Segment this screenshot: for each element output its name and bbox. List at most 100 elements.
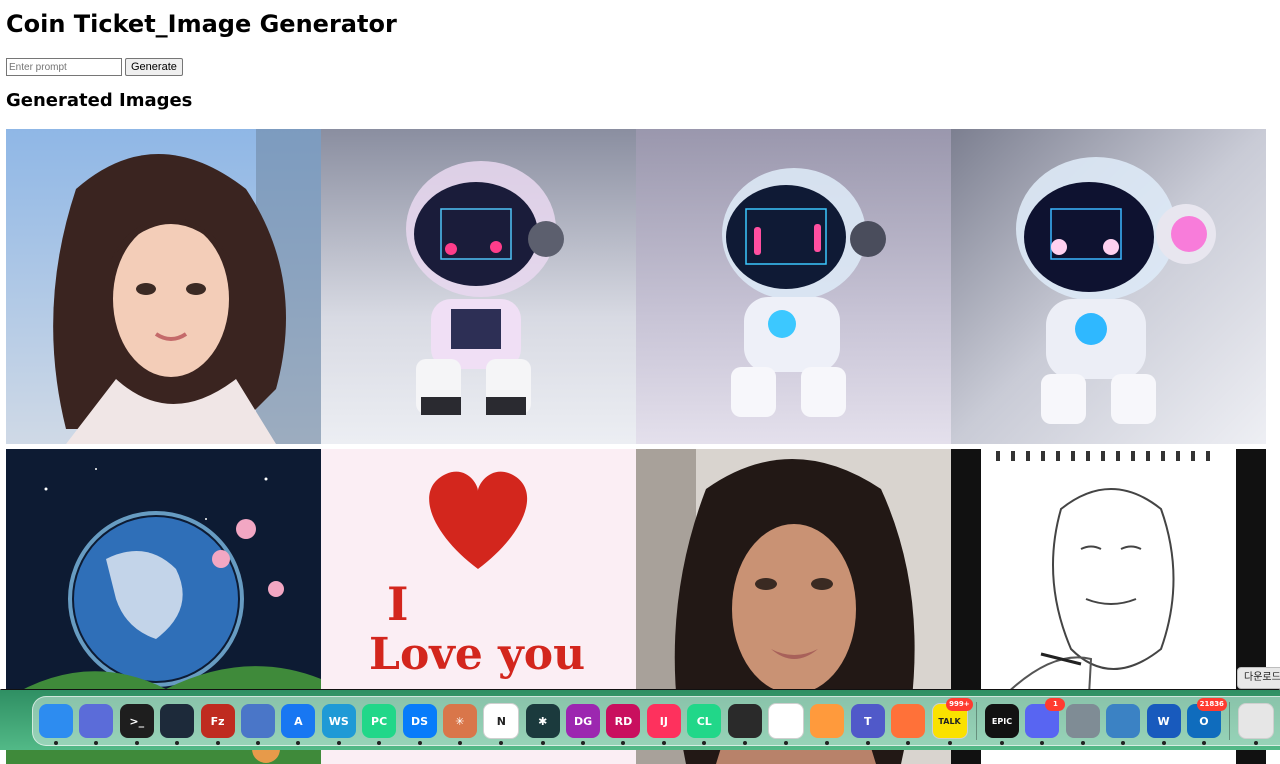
dock-icon-label: N (496, 714, 506, 728)
dock-icon-label: ✱ (538, 714, 548, 728)
generated-image-1[interactable] (6, 129, 321, 444)
running-indicator (1161, 741, 1166, 745)
teams-icon[interactable]: T (850, 704, 885, 745)
dock-icon-label: >_ (129, 714, 145, 728)
running-indicator (865, 741, 870, 745)
notification-badge: 999+ (946, 698, 973, 711)
pycharm-icon[interactable]: PC (362, 704, 397, 745)
poster-text-i: I (387, 577, 409, 631)
generated-image-3[interactable] (636, 129, 951, 444)
dataspell-icon[interactable]: DS (402, 704, 437, 745)
clion-icon[interactable]: CL (687, 704, 722, 745)
unity-icon[interactable] (727, 704, 762, 745)
running-indicator (377, 741, 382, 745)
dock-icon-label: DG (573, 714, 593, 728)
running-indicator (784, 741, 789, 745)
dock-icon-label: ✳ (455, 714, 465, 728)
dock-icon-label: Fz (210, 714, 225, 728)
notification-badge: 21836 (1196, 698, 1227, 711)
running-indicator (999, 741, 1004, 745)
system-prefs-icon[interactable] (1065, 704, 1100, 745)
dock-icon-label: A (294, 714, 303, 728)
dashboard-icon[interactable] (1106, 704, 1141, 745)
datagrip-icon[interactable]: DG (566, 704, 601, 745)
running-indicator (457, 741, 462, 745)
running-indicator (175, 741, 180, 745)
notion-icon[interactable]: N (483, 703, 520, 745)
running-indicator (702, 741, 707, 745)
emoji-app-icon[interactable] (810, 704, 845, 745)
dock: >_ Fz A WS PC DS ✳ N ✱ DG RD IJ CL T TALK 999+ EPIC 1 W O 21… (32, 696, 1280, 746)
notification-badge: 1 (1045, 698, 1066, 711)
running-indicator (540, 741, 545, 745)
prompt-input[interactable] (6, 58, 122, 76)
running-indicator (825, 741, 830, 745)
dock-tooltip: 다운로드 (1237, 667, 1280, 689)
generated-image-4[interactable] (951, 129, 1266, 444)
running-indicator (336, 741, 341, 745)
filezilla-icon[interactable]: Fz (200, 704, 235, 745)
dock-icon-label: PC (371, 714, 388, 728)
headphone-robot-image (951, 129, 1266, 444)
poster-text-love-you: Love you (369, 629, 586, 680)
downloads-stack-icon[interactable] (1238, 703, 1275, 745)
running-indicator (1121, 741, 1126, 745)
running-indicator (947, 741, 952, 745)
dock-separator (975, 702, 977, 740)
dock-separator (1229, 702, 1231, 740)
running-indicator (54, 741, 58, 745)
firefox-icon[interactable] (891, 704, 926, 745)
running-indicator (296, 741, 301, 745)
intellij-icon[interactable]: IJ (646, 704, 681, 745)
chrome-icon[interactable] (768, 703, 805, 745)
perplexity-icon[interactable]: ✱ (525, 704, 560, 745)
running-indicator (417, 741, 422, 745)
section-title: Generated Images (6, 90, 193, 111)
outlook-icon[interactable]: O 21836 (1186, 698, 1227, 745)
xcode-icon[interactable]: A (281, 704, 316, 745)
running-indicator (94, 741, 99, 745)
dock-icon-label: O (1199, 714, 1209, 728)
webstorm-icon[interactable]: WS (321, 704, 356, 745)
finder-icon[interactable] (39, 704, 73, 745)
page-title: Coin Ticket_Image Generator (6, 10, 397, 38)
dock-icon-label: TALK (938, 716, 961, 726)
dock-icon-label: WS (328, 714, 349, 728)
generated-image-2[interactable] (321, 129, 636, 444)
dock-icon-label: RD (614, 714, 633, 728)
dock-icon-label: EPIC (991, 716, 1013, 726)
running-indicator (621, 741, 626, 745)
notes-icon[interactable] (79, 704, 114, 745)
blue-robot-image (636, 129, 951, 444)
generate-button[interactable]: Generate (125, 58, 183, 76)
running-indicator (581, 741, 586, 745)
pink-robot-image (321, 129, 636, 444)
running-indicator (906, 741, 911, 745)
dock-icon-label: CL (696, 714, 712, 728)
running-indicator (215, 741, 220, 745)
running-indicator (1040, 741, 1045, 745)
running-indicator (1254, 741, 1259, 745)
running-indicator (134, 741, 139, 745)
kakaotalk-icon[interactable]: TALK 999+ (931, 698, 973, 745)
blueprint-icon[interactable] (240, 704, 275, 745)
dock-icon-label: DS (410, 714, 429, 728)
woman-portrait-image (6, 129, 321, 444)
dock-icon-label: W (1157, 714, 1170, 728)
running-indicator (1080, 741, 1085, 745)
running-indicator (1201, 741, 1206, 745)
rider-icon[interactable]: RD (606, 704, 641, 745)
running-indicator (499, 741, 504, 745)
word-icon[interactable]: W (1146, 704, 1181, 745)
epic-games-icon[interactable]: EPIC (984, 704, 1019, 745)
prompt-row: Generate (6, 58, 183, 76)
dock-icon-label: IJ (659, 714, 668, 728)
claude-icon[interactable]: ✳ (442, 704, 477, 745)
running-indicator (661, 741, 666, 745)
image-gallery: I Love you (6, 129, 1268, 764)
running-indicator (742, 741, 747, 745)
cloud-icon[interactable] (160, 704, 195, 745)
terminal-icon[interactable]: >_ (119, 704, 154, 745)
running-indicator (255, 741, 260, 745)
discord-icon[interactable]: 1 (1025, 698, 1066, 745)
